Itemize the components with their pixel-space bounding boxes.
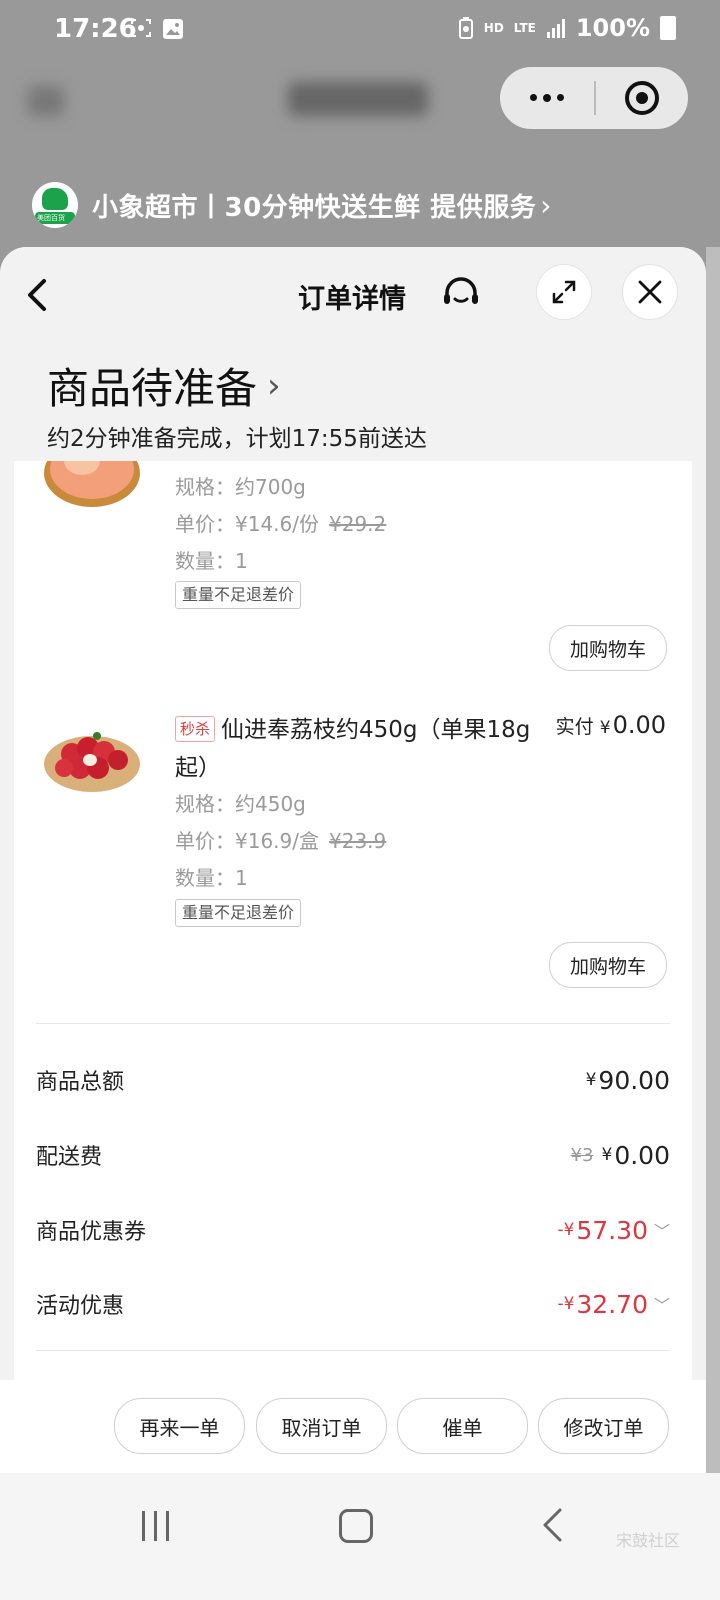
network-lte-label: LTE [513,21,536,35]
product1-add-to-cart-button[interactable]: 加购物车 [549,625,667,671]
watermark: 宋鼓社区 [616,1531,681,1550]
product2-unit-price: 单价：¥16.9/盒 [175,829,319,853]
delivery-fee-value: ¥3 ¥0.00 [571,1141,670,1170]
provider-logo: 美团百货 [32,182,78,228]
provider-text: 小象超市丨30分钟快送生鲜 提供服务 [92,192,537,223]
delivery-fee-label: 配送费 [36,1145,103,1170]
delivery-fee-currency: ¥ [601,1145,613,1165]
more-icon[interactable] [500,94,594,102]
product2-original-price: ¥23.9 [329,829,387,853]
activity-discount-row[interactable]: 活动优惠 -¥ 32.70 ﹀ [36,1284,670,1324]
activity-discount-amount: 32.70 [576,1289,648,1319]
battery-percent: 100% [575,14,650,42]
screen-record-icon [131,19,151,37]
back-arrow-icon [28,279,46,311]
coupon-row[interactable]: 商品优惠券 -¥ 57.30 ﹀ [36,1210,670,1250]
product2-paid-label: 实付 [555,716,594,738]
product1-price: 单价：¥14.6/份 ¥29.2 [175,508,386,537]
expand-button[interactable] [536,264,592,320]
product2-spec: 规格：约450g [175,792,306,816]
goods-total-row: 商品总额 ¥90.00 [36,1060,670,1100]
customer-service-button[interactable] [441,275,481,313]
product2-paid-currency: ¥ [599,718,611,738]
delivery-fee-original: ¥3 [570,1144,594,1166]
exit-miniprogram-icon[interactable] [596,81,688,115]
product2-refund-tag: 重量不足退差价 [175,899,302,927]
product2-name[interactable]: 秒杀 仙进奉荔枝约450g（单果18g起） [175,711,535,787]
order-card: 规格：约700g 单价：¥14.6/份 ¥29.2 数量：1 重量不足退差价 加购… [14,461,692,1480]
divider [36,1350,670,1351]
coupon-label: 商品优惠券 [36,1220,147,1245]
urge-order-button[interactable]: 催单 [397,1398,528,1454]
reorder-button[interactable]: 再来一单 [114,1398,245,1454]
product1-spec: 规格：约700g [175,475,306,499]
lychee-product-image [44,732,140,792]
goods-total-amount: 90.00 [598,1065,670,1095]
sheet-header: 订单详情 [0,247,706,343]
network-hd-label: HD [483,21,504,35]
status-notification-icons [130,18,184,40]
screen: 17:26 HD LTE 100% 美团百货 小象超市丨30分钟快送生鲜 提供服… [0,0,720,1600]
activity-discount-prefix: -¥ [557,1294,575,1314]
product2-title: 仙进奉荔枝约450g（单果18g起） [175,717,531,781]
status-bar: 17:26 HD LTE 100% [0,0,720,60]
chevron-right-icon: › [267,365,281,406]
activity-discount-label: 活动优惠 [36,1294,125,1319]
order-action-bar: 再来一单 取消订单 催单 修改订单 [0,1380,706,1473]
product2-paid-amount: 0.00 [612,711,666,739]
back-button[interactable] [22,275,54,315]
data-saver-icon [458,17,473,39]
close-button[interactable] [622,264,678,320]
system-back-icon[interactable] [540,1507,564,1543]
activity-discount-value: -¥ 32.70 ﹀ [557,1290,670,1319]
chevron-down-icon: ﹀ [653,1296,670,1315]
peach-product-image [44,461,140,507]
delivery-fee-row: 配送费 ¥3 ¥0.00 [36,1135,670,1175]
product2-price: 单价：¥16.9/盒 ¥23.9 [175,825,386,854]
delivery-fee-amount: 0.00 [614,1140,670,1170]
status-right: HD LTE 100% [458,14,676,42]
close-icon [638,280,662,304]
goods-total-currency: ¥ [585,1070,597,1090]
blurred-page-title [28,72,468,124]
headset-icon [444,277,478,304]
product2-paid: 实付 ¥0.00 [556,711,666,739]
background-strip [706,247,720,1473]
cancel-order-button[interactable]: 取消订单 [256,1398,387,1454]
product1-unit-price: 单价：¥14.6/份 [175,512,319,536]
signal-icon [546,19,565,38]
status-time: 17:26 [54,14,137,44]
page-title: 订单详情 [298,284,406,315]
product2-add-to-cart-button[interactable]: 加购物车 [549,942,667,988]
modify-order-button[interactable]: 修改订单 [538,1398,669,1454]
image-icon [163,19,183,39]
product1-quantity: 数量：1 [175,549,248,573]
coupon-value: -¥ 57.30 ﹀ [557,1216,670,1245]
expand-icon [552,280,576,304]
recent-apps-icon[interactable] [142,1511,169,1541]
flash-sale-badge: 秒杀 [175,716,216,742]
home-icon[interactable] [339,1509,373,1543]
product1-original-price: ¥29.2 [329,512,387,536]
battery-icon [660,16,676,40]
order-status-text: 商品待准备 [47,364,258,413]
order-status[interactable]: 商品待准备 › [47,355,281,416]
miniprogram-capsule [500,67,688,129]
chevron-right-icon: › [540,188,552,222]
system-nav-bar: 宋鼓社区 [0,1473,720,1600]
product2-quantity: 数量：1 [175,866,248,890]
order-eta: 约2分钟准备完成，计划17:55前送达 [47,426,427,452]
product1-refund-tag: 重量不足退差价 [175,581,302,609]
order-detail-sheet: 订单详情 商品待准备 › 约2分钟准备完成，计划17:55前送达 规格：约700… [0,247,706,1480]
coupon-amount: 57.30 [576,1215,648,1245]
service-provider[interactable]: 美团百货 小象超市丨30分钟快送生鲜 提供服务 › [32,181,551,229]
divider [36,1023,670,1024]
goods-total-value: ¥90.00 [586,1066,670,1095]
chevron-down-icon: ﹀ [653,1222,670,1241]
coupon-prefix: -¥ [557,1220,575,1240]
goods-total-label: 商品总额 [36,1070,125,1095]
